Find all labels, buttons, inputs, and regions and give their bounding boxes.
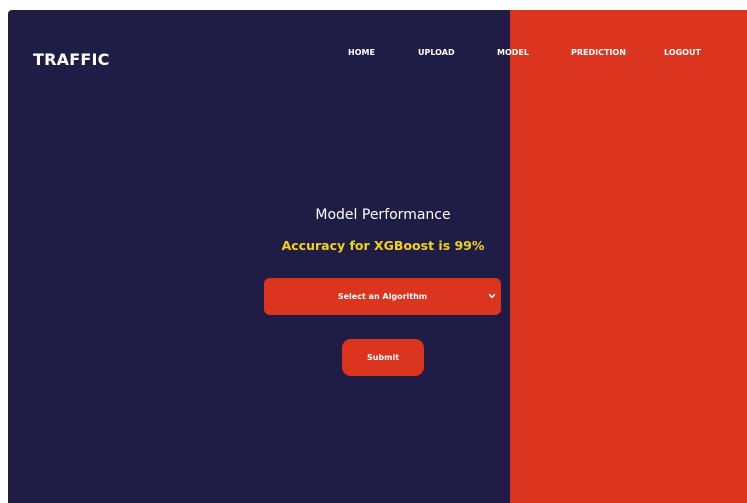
- page-frame: TRAFFIC HOME UPLOAD MODEL PREDICTION LOG…: [8, 10, 747, 503]
- chevron-down-icon: [488, 293, 496, 299]
- algorithm-select[interactable]: Select an Algorithm: [264, 278, 501, 315]
- performance-section: Model Performance Accuracy for XGBoost i…: [263, 205, 503, 255]
- top-nav: HOME UPLOAD MODEL PREDICTION LOGOUT: [8, 48, 747, 62]
- page-title: Model Performance: [315, 207, 451, 223]
- nav-upload[interactable]: UPLOAD: [418, 48, 455, 57]
- left-panel: [8, 10, 510, 503]
- nav-logout[interactable]: LOGOUT: [664, 48, 701, 57]
- accuracy-result: Accuracy for XGBoost is 99%: [281, 238, 485, 253]
- nav-prediction[interactable]: PREDICTION: [571, 48, 626, 57]
- nav-model[interactable]: MODEL: [497, 48, 529, 57]
- algorithm-select-value: Select an Algorithm: [337, 292, 428, 301]
- nav-home[interactable]: HOME: [348, 48, 375, 57]
- right-panel: [510, 10, 747, 503]
- submit-button[interactable]: Submit: [342, 339, 424, 376]
